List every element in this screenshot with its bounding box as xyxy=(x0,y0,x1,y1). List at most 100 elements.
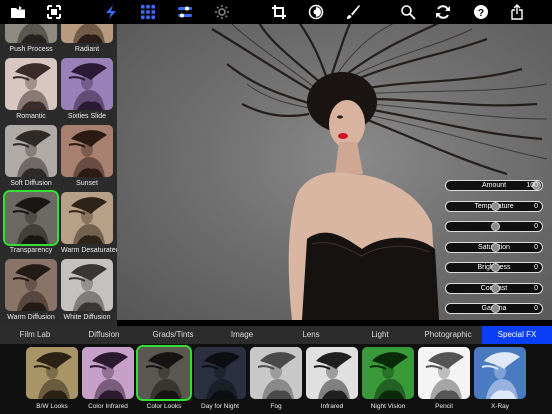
portrait-thumbnail xyxy=(5,192,57,244)
effect-label: Infrared xyxy=(320,403,344,410)
tab-diffusion[interactable]: Diffusion xyxy=(70,326,138,344)
effect-thumbnail xyxy=(82,347,134,399)
preset-label: Radiant xyxy=(74,46,100,53)
preset-panel: Push Process Radiant Romantic Sixties Slide… xyxy=(0,24,117,326)
sun-icon[interactable] xyxy=(214,4,230,20)
category-tabs: Film Lab Diffusion Grads/Tints Image Lens Lig… xyxy=(0,326,552,344)
preset-thumbnail xyxy=(5,24,57,43)
effect-thumbnail xyxy=(26,347,78,399)
effect-thumbnail xyxy=(474,347,526,399)
grid-icon[interactable] xyxy=(140,4,156,20)
portrait-image xyxy=(211,24,548,320)
tab-grads-tints[interactable]: Grads/Tints xyxy=(138,326,208,344)
effect-label: Pencil xyxy=(435,403,453,410)
slider-value: 0 xyxy=(534,202,538,210)
preset-transparency[interactable]: Transparency xyxy=(5,192,57,255)
portrait-thumbnail xyxy=(194,347,246,399)
portrait-thumbnail xyxy=(474,347,526,399)
portrait-thumbnail xyxy=(5,58,57,110)
search-icon[interactable] xyxy=(400,4,416,20)
preset-label: Romantic xyxy=(16,113,46,120)
preset-label: Soft Diffusion xyxy=(10,180,52,187)
preset-thumbnail xyxy=(61,192,113,244)
share-icon[interactable] xyxy=(509,4,525,20)
preset-label: White Diffusion xyxy=(63,314,111,321)
effect-infrared[interactable]: Infrared xyxy=(306,347,358,410)
tab-photographic[interactable]: Photographic xyxy=(414,326,482,344)
photo-canvas[interactable] xyxy=(117,24,552,320)
effect-color-looks[interactable]: Color Looks xyxy=(138,347,190,410)
folder-icon[interactable] xyxy=(10,4,26,20)
portrait-thumbnail xyxy=(250,347,302,399)
portrait-thumbnail xyxy=(5,259,57,311)
preset-sixties-slide[interactable]: Sixties Slide xyxy=(61,58,113,121)
effect-label: Color Infrared xyxy=(88,403,128,410)
portrait-thumbnail xyxy=(418,347,470,399)
preset-warm-diffusion[interactable]: Warm Diffusion xyxy=(5,259,57,322)
preset-thumbnail xyxy=(5,192,57,244)
mask-icon[interactable] xyxy=(308,4,324,20)
tab-image[interactable]: Image xyxy=(208,326,276,344)
effect-b-w-looks[interactable]: B/W Looks xyxy=(26,347,78,410)
effect-label: Day for Night xyxy=(201,403,239,410)
portrait-thumbnail xyxy=(61,125,113,177)
slider-knob[interactable] xyxy=(491,263,500,272)
preset-label: Warm Desaturated xyxy=(61,247,117,254)
effect-night-vision[interactable]: Night Vision xyxy=(362,347,414,410)
portrait-thumbnail xyxy=(82,347,134,399)
effect-color-infrared[interactable]: Color Infrared xyxy=(82,347,134,410)
slider-tint[interactable]: 0 xyxy=(445,221,543,232)
slider-brightness[interactable]: Brightness0 xyxy=(445,262,543,273)
refresh-icon[interactable] xyxy=(435,4,451,20)
svg-text:?: ? xyxy=(478,8,484,19)
preset-soft-diffusion[interactable]: Soft Diffusion xyxy=(5,125,57,188)
preset-thumbnail xyxy=(5,125,57,177)
tab-film-lab[interactable]: Film Lab xyxy=(0,326,70,344)
sliders-icon[interactable] xyxy=(177,4,193,20)
preset-romantic[interactable]: Romantic xyxy=(5,58,57,121)
preset-sunset[interactable]: Sunset xyxy=(61,125,113,188)
preset-radiant[interactable]: Radiant xyxy=(61,24,113,54)
slider-knob[interactable] xyxy=(491,283,500,293)
effect-pencil[interactable]: Pencil xyxy=(418,347,470,410)
portrait-thumbnail xyxy=(61,259,113,311)
preset-label: Transparency xyxy=(9,247,53,254)
fit-screen-icon[interactable] xyxy=(46,4,62,20)
portrait-thumbnail xyxy=(5,125,57,177)
slider-temperature[interactable]: Temperature0 xyxy=(445,200,543,212)
crop-icon[interactable] xyxy=(271,4,287,20)
preset-push-process[interactable]: Push Process xyxy=(5,24,57,54)
lightning-icon[interactable] xyxy=(103,4,119,20)
portrait-thumbnail xyxy=(61,192,113,244)
slider-knob[interactable] xyxy=(491,304,500,313)
effect-day-for-night[interactable]: Day for Night xyxy=(194,347,246,410)
effect-thumbnail xyxy=(306,347,358,399)
portrait-thumbnail xyxy=(362,347,414,399)
slider-value: 100 xyxy=(526,182,538,189)
slider-knob[interactable] xyxy=(491,242,500,252)
brush-icon[interactable] xyxy=(345,4,361,20)
help-icon[interactable]: ? xyxy=(473,4,489,20)
preset-warm-desaturated[interactable]: Warm Desaturated xyxy=(61,192,117,255)
portrait-thumbnail xyxy=(5,24,57,43)
effect-label: B/W Looks xyxy=(36,403,68,410)
effect-label: Fog xyxy=(270,403,282,410)
slider-knob[interactable] xyxy=(491,201,500,211)
tab-special-fx[interactable]: Special FX xyxy=(482,326,552,344)
slider-contrast[interactable]: Contrast0 xyxy=(445,282,543,294)
tab-lens[interactable]: Lens xyxy=(276,326,346,344)
portrait-thumbnail xyxy=(61,58,113,110)
slider-gamma[interactable]: Gamma0 xyxy=(445,303,543,314)
slider-amount[interactable]: Amount 100 xyxy=(445,180,543,191)
preset-label: Warm Diffusion xyxy=(7,314,55,321)
slider-knob[interactable] xyxy=(491,222,500,231)
effect-x-ray[interactable]: X-Ray xyxy=(474,347,526,410)
slider-saturation[interactable]: Saturation0 xyxy=(445,241,543,253)
tab-light[interactable]: Light xyxy=(346,326,414,344)
effect-fog[interactable]: Fog xyxy=(250,347,302,410)
slider-value: 0 xyxy=(534,243,538,251)
preset-thumbnail xyxy=(5,58,57,110)
slider-value: 0 xyxy=(534,284,538,292)
preset-white-diffusion[interactable]: White Diffusion xyxy=(61,259,113,322)
top-toolbar: ? xyxy=(0,0,552,24)
